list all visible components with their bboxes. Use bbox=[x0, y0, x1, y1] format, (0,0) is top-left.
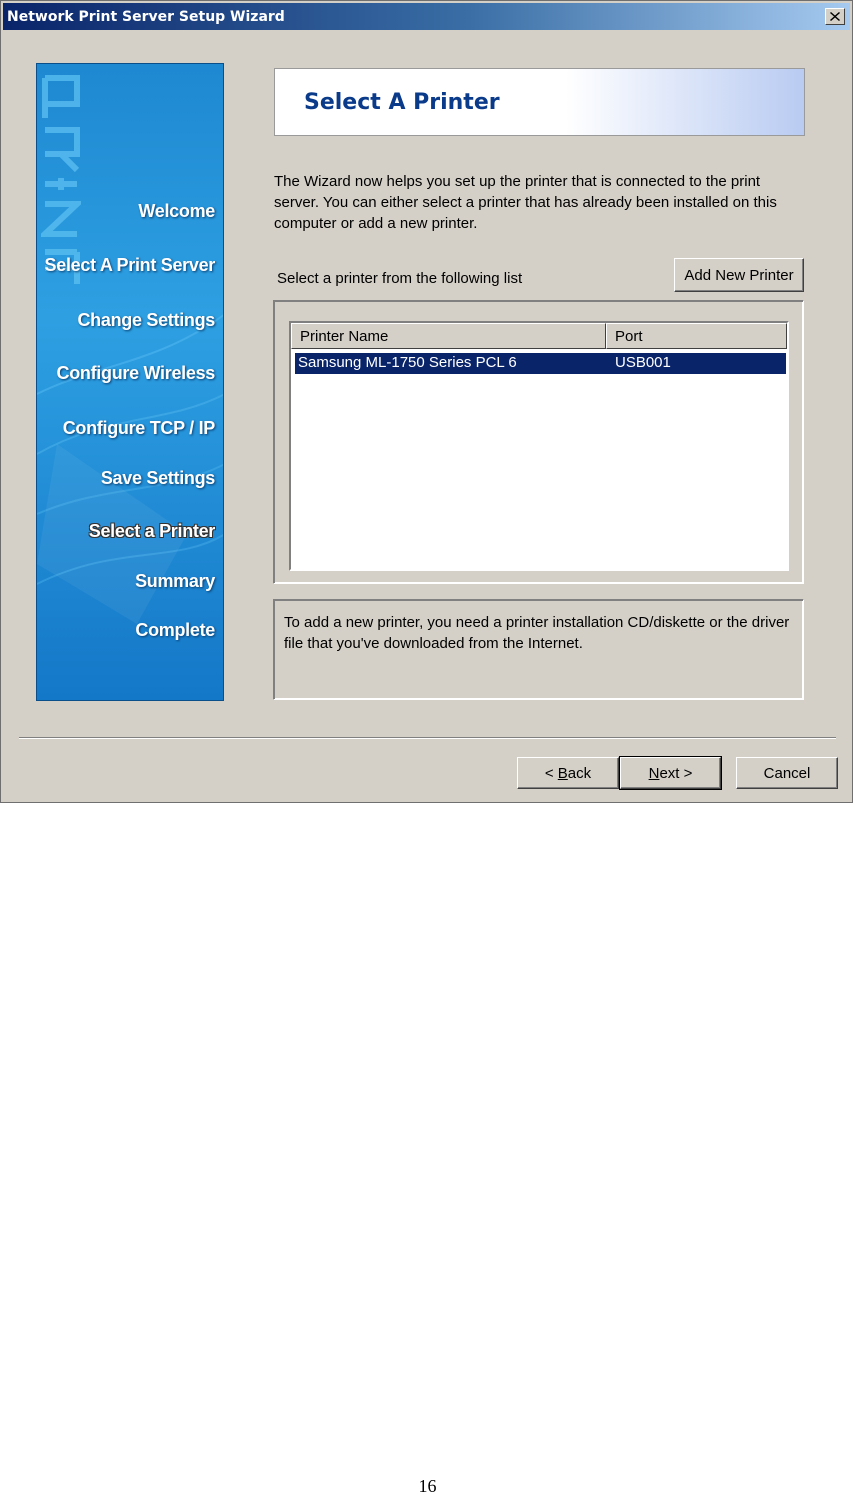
step-summary: Summary bbox=[135, 571, 215, 591]
print-watermark-icon bbox=[41, 75, 81, 284]
wizard-step-sidebar: Welcome Select A Print Server Change Set… bbox=[36, 63, 224, 701]
step-select-print-server: Select A Print Server bbox=[44, 255, 216, 275]
printer-list-label: Select a printer from the following list bbox=[277, 270, 523, 287]
close-icon bbox=[830, 12, 840, 21]
back-button[interactable]: < Back bbox=[517, 757, 619, 789]
step-change-settings: Change Settings bbox=[77, 310, 215, 330]
step-select-printer: Select a Printer bbox=[88, 521, 216, 541]
title-bar[interactable]: Network Print Server Setup Wizard bbox=[3, 3, 850, 30]
listview-header: Printer Name Port bbox=[291, 323, 787, 349]
back-prefix: < bbox=[544, 764, 558, 782]
step-welcome: Welcome bbox=[138, 201, 215, 221]
next-label-rest: ext bbox=[659, 764, 680, 782]
next-accelerator: N bbox=[648, 764, 660, 782]
step-save-settings: Save Settings bbox=[100, 468, 215, 488]
printer-listview[interactable]: Printer Name Port Samsung ML-1750 Series… bbox=[289, 321, 789, 571]
printer-name-cell: Samsung ML-1750 Series PCL 6 bbox=[298, 354, 517, 371]
back-accelerator: B bbox=[557, 764, 568, 782]
step-complete: Complete bbox=[135, 620, 215, 640]
button-separator bbox=[19, 737, 836, 739]
wizard-window: Network Print Server Setup Wizard Welcom… bbox=[0, 0, 853, 803]
cancel-button[interactable]: Cancel bbox=[736, 757, 838, 789]
column-header-port[interactable]: Port bbox=[606, 323, 787, 349]
table-row[interactable]: Samsung ML-1750 Series PCL 6 USB001 bbox=[294, 352, 787, 375]
add-printer-info: To add a new printer, you need a printer… bbox=[284, 614, 790, 652]
printer-port-cell: USB001 bbox=[615, 354, 671, 371]
step-configure-tcpip: Configure TCP / IP bbox=[62, 418, 216, 438]
next-button[interactable]: Next > bbox=[619, 756, 722, 790]
back-label-rest: ack bbox=[567, 764, 592, 782]
page-title: Select A Printer bbox=[304, 90, 500, 115]
column-header-printer-name[interactable]: Printer Name bbox=[291, 323, 606, 349]
window-title: Network Print Server Setup Wizard bbox=[7, 9, 285, 25]
next-suffix: > bbox=[679, 764, 693, 782]
page-header-banner: Select A Printer bbox=[274, 68, 805, 136]
wizard-description: The Wizard now helps you set up the prin… bbox=[274, 173, 777, 232]
add-new-printer-button[interactable]: Add New Printer bbox=[674, 258, 804, 292]
close-button[interactable] bbox=[825, 8, 845, 25]
step-configure-wireless: Configure Wireless bbox=[56, 363, 216, 383]
